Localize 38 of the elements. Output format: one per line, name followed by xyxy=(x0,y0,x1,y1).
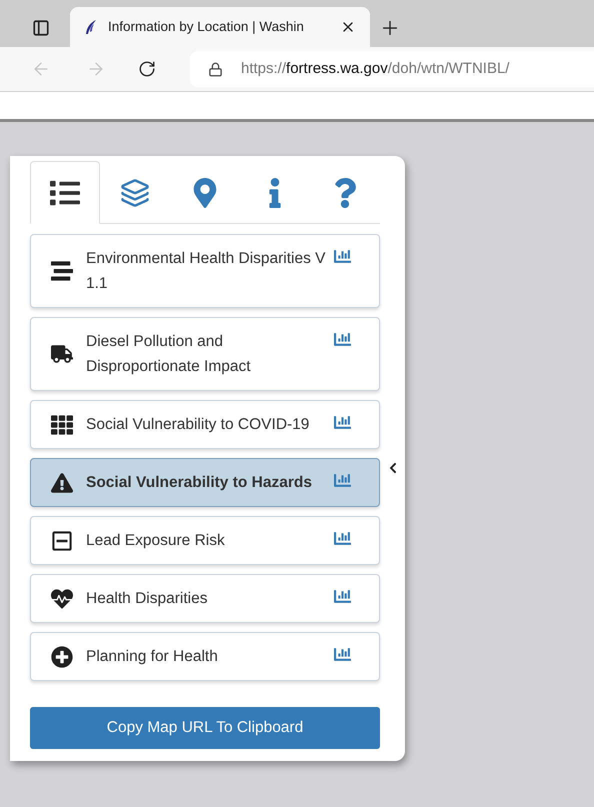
truck-icon xyxy=(51,343,73,365)
bar-chart-icon[interactable] xyxy=(334,646,351,663)
copy-url-button[interactable]: Copy Map URL To Clipboard xyxy=(30,707,380,749)
bar-chart-icon[interactable] xyxy=(334,414,351,431)
bar-chart-icon[interactable] xyxy=(334,588,351,605)
heartbeat-icon xyxy=(51,588,73,610)
layer-item[interactable]: Social Vulnerability to Hazards xyxy=(30,458,380,507)
warning-icon xyxy=(51,472,73,494)
list-tab[interactable] xyxy=(30,161,100,224)
layer-item[interactable]: Health Disparities xyxy=(30,574,380,623)
bar-chart-icon[interactable] xyxy=(334,472,351,489)
browser-tab[interactable]: Information by Location | Washin xyxy=(70,7,370,47)
reload-icon[interactable] xyxy=(138,60,156,78)
layer-title: Environmental Health Disparities V 1.1 xyxy=(86,249,326,294)
layer-title: Diesel Pollution and Disproportionate Impact xyxy=(86,332,252,377)
stacked-lines-icon xyxy=(51,260,73,282)
tab-actions-icon[interactable] xyxy=(32,19,50,37)
layers-icon xyxy=(120,178,150,208)
tab-title: Information by Location | Washin xyxy=(108,18,305,36)
address-field[interactable]: https://fortress.wa.gov/doh/wtn/WTNIBL/ xyxy=(190,51,594,87)
layer-item[interactable]: Lead Exposure Risk xyxy=(30,516,380,565)
bar-chart-icon[interactable] xyxy=(334,530,351,547)
bar-chart-icon[interactable] xyxy=(334,248,351,265)
layer-item[interactable]: Planning for Health xyxy=(30,632,380,681)
layer-item[interactable]: Social Vulnerability to COVID-19 xyxy=(30,400,380,449)
layer-title: Planning for Health xyxy=(86,647,219,667)
layer-title: Social Vulnerability to Hazards xyxy=(86,473,313,493)
layer-title: Lead Exposure Risk xyxy=(86,531,226,551)
feather-logo-icon xyxy=(84,19,98,35)
bar-chart-icon[interactable] xyxy=(334,331,351,348)
collapse-icon[interactable] xyxy=(387,462,399,474)
layer-title: Social Vulnerability to COVID-19 xyxy=(86,415,310,435)
grid-icon xyxy=(51,414,73,436)
layer-title: Health Disparities xyxy=(86,589,208,609)
layer-item[interactable]: Diesel Pollution and Disproportionate Impact xyxy=(30,317,380,391)
lock-icon xyxy=(208,62,223,76)
url-text: https://fortress.wa.gov/doh/wtn/WTNIBL/ xyxy=(241,58,510,79)
layer-item[interactable]: Environmental Health Disparities V 1.1 xyxy=(30,234,380,308)
